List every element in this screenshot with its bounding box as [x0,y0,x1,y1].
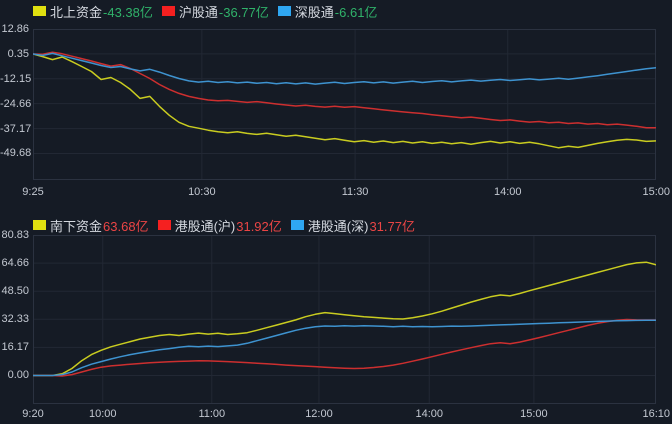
legend-swatch-icon [33,220,46,230]
southbound-legend: 南下资金63.68亿港股通(沪)31.92亿港股通(深)31.77亿 [33,217,415,233]
capital-flow-panel: 北上资金-43.38亿沪股通-36.77亿深股通-6.61亿 南下资金63.68… [0,0,672,424]
y-axis-tick-label: -12.15 [0,73,29,85]
y-axis-tick-label: 80.83 [0,229,29,241]
y-axis-tick-label: -24.66 [0,98,29,110]
legend-series-value: -6.61亿 [335,2,378,21]
series-line-2 [33,53,656,84]
x-axis-tick-label: 16:10 [642,408,670,420]
series-line-1 [33,52,656,128]
x-axis-tick-label: 11:00 [198,408,225,420]
legend-series-name: 港股通(深) [308,216,369,235]
legend-series-name: 南下资金 [50,216,102,235]
y-axis-tick-label: 48.50 [0,285,29,297]
legend-series-value: 63.68亿 [103,216,149,235]
legend-series-name: 深股通 [295,2,334,21]
legend-item-1[interactable]: 港股通(沪)31.92亿 [158,216,282,235]
legend-swatch-icon [158,220,171,230]
x-axis-tick-label: 14:00 [494,186,522,198]
legend-swatch-icon [33,6,46,16]
legend-swatch-icon [278,6,291,16]
northbound-plot-area[interactable] [33,29,656,180]
legend-item-2[interactable]: 深股通-6.61亿 [278,2,378,21]
x-axis-tick-label: 11:30 [342,186,369,198]
legend-item-1[interactable]: 沪股通-36.77亿 [162,2,269,21]
northbound-legend: 北上资金-43.38亿沪股通-36.77亿深股通-6.61亿 [33,3,377,19]
y-axis-tick-label: -37.17 [0,123,29,135]
legend-series-value: 31.77亿 [369,216,415,235]
southbound-plot-area[interactable] [33,235,656,404]
x-axis-tick-label: 12:00 [305,408,333,420]
y-axis-tick-label: 0.00 [0,369,29,381]
legend-item-2[interactable]: 港股通(深)31.77亿 [291,216,415,235]
legend-series-value: -43.38亿 [103,2,153,21]
legend-item-0[interactable]: 北上资金-43.38亿 [33,2,153,21]
y-axis-tick-label: 64.66 [0,257,29,269]
x-axis-tick-label: 15:00 [642,186,670,198]
x-axis-tick-label: 10:00 [89,408,117,420]
y-axis-tick-label: 0.35 [0,48,29,60]
y-axis-tick-label: -49.68 [0,147,29,159]
legend-series-value: 31.92亿 [236,216,282,235]
legend-series-value: -36.77亿 [219,2,269,21]
legend-series-name: 北上资金 [50,2,102,21]
legend-series-name: 沪股通 [179,2,218,21]
x-axis-tick-label: 14:00 [415,408,443,420]
y-axis-tick-label: 16.17 [0,341,29,353]
y-axis-tick-label: 12.86 [0,23,29,35]
legend-swatch-icon [162,6,175,16]
x-axis-tick-label: 9:20 [22,408,43,420]
y-axis-tick-label: 32.33 [0,313,29,325]
legend-series-name: 港股通(沪) [175,216,236,235]
legend-item-0[interactable]: 南下资金63.68亿 [33,216,149,235]
x-axis-tick-label: 10:30 [188,186,216,198]
x-axis-tick-label: 9:25 [22,186,43,198]
x-axis-tick-label: 15:00 [520,408,548,420]
legend-swatch-icon [291,220,304,230]
